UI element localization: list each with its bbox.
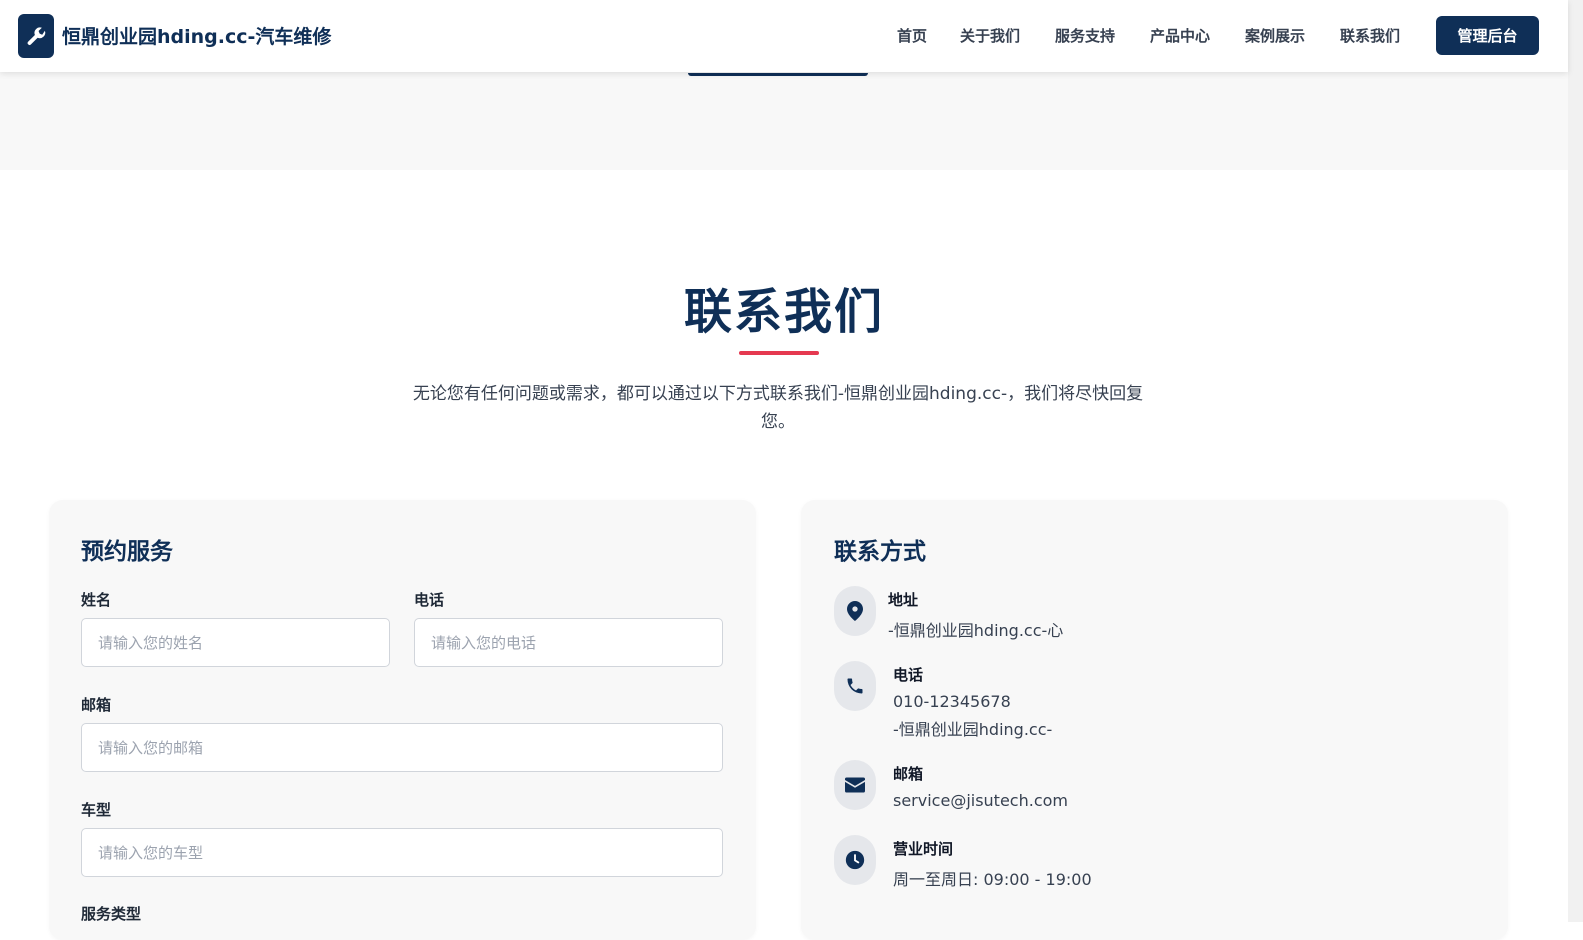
phone-icon-wrap <box>834 661 876 711</box>
hours-value: 周一至周日: 09:00 - 19:00 <box>893 870 1092 889</box>
clock-icon <box>845 850 865 870</box>
contact-info-card: 联系方式 地址 -恒鼎创业园hding.cc-心 电话 010-12345678… <box>801 500 1508 940</box>
map-pin-icon <box>847 601 863 621</box>
title-underline <box>739 351 819 355</box>
email-label: 邮箱 <box>81 696 112 714</box>
email-info-label: 邮箱 <box>893 765 924 783</box>
address-label: 地址 <box>888 591 919 609</box>
car-model-input[interactable] <box>81 828 723 877</box>
phone-input[interactable] <box>414 618 723 667</box>
car-model-label: 车型 <box>81 801 112 819</box>
booking-form-title: 预约服务 <box>81 539 173 565</box>
section-description: 无论您有任何问题或需求，都可以通过以下方式联系我们-恒鼎创业园hding.cc-… <box>412 384 1144 432</box>
address-icon-wrap <box>834 586 876 636</box>
nav-about[interactable]: 关于我们 <box>960 25 1020 46</box>
hours-icon-wrap <box>834 835 876 885</box>
admin-button[interactable]: 管理后台 <box>1436 16 1539 55</box>
email-icon-wrap <box>834 760 876 810</box>
main-nav: 首页 关于我们 服务支持 产品中心 案例展示 联系我们 <box>0 0 1568 72</box>
section-title: 联系我们 <box>683 284 884 340</box>
phone-info-label: 电话 <box>893 666 924 684</box>
nav-support[interactable]: 服务支持 <box>1055 25 1115 46</box>
envelope-icon <box>845 777 865 793</box>
name-label: 姓名 <box>81 591 112 609</box>
nav-contact[interactable]: 联系我们 <box>1340 25 1400 46</box>
previous-section-button-edge <box>688 73 868 76</box>
nav-products[interactable]: 产品中心 <box>1150 25 1210 46</box>
email-value[interactable]: service@jisutech.com <box>893 791 1068 810</box>
nav-cases[interactable]: 案例展示 <box>1245 25 1305 46</box>
top-navbar: 恒鼎创业园hding.cc-汽车维修 首页 关于我们 服务支持 产品中心 案例展… <box>0 0 1568 72</box>
phone-label: 电话 <box>414 591 445 609</box>
contact-info-title: 联系方式 <box>834 539 926 565</box>
nav-home[interactable]: 首页 <box>897 25 927 46</box>
phone-note: -恒鼎创业园hding.cc- <box>893 720 1053 739</box>
hours-label: 营业时间 <box>893 840 954 858</box>
page-scrollbar[interactable] <box>1568 0 1583 922</box>
service-type-label: 服务类型 <box>81 905 142 923</box>
phone-value[interactable]: 010-12345678 <box>893 692 1011 711</box>
address-value: -恒鼎创业园hding.cc-心 <box>888 621 1064 640</box>
previous-section-band <box>0 72 1568 170</box>
name-input[interactable] <box>81 618 390 667</box>
phone-icon <box>847 678 863 694</box>
email-input[interactable] <box>81 723 723 772</box>
booking-form-card: 预约服务 姓名 电话 邮箱 车型 服务类型 <box>49 500 756 940</box>
